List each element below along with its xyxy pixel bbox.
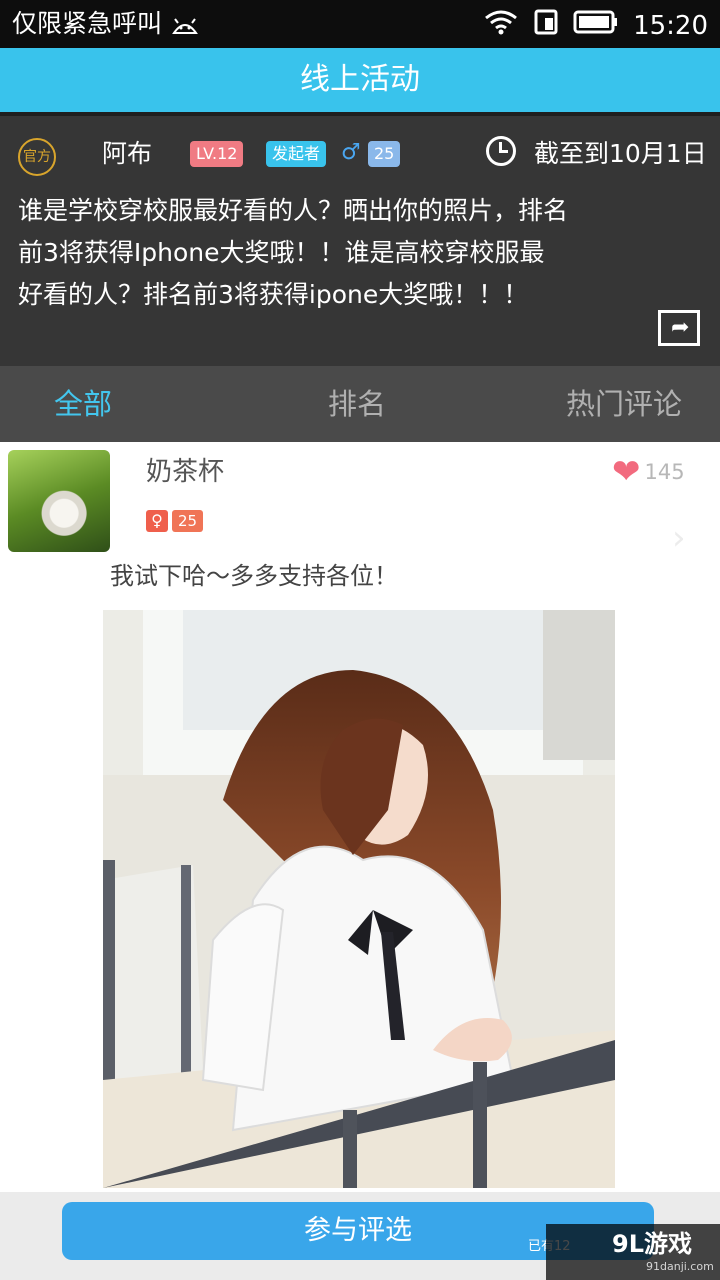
status-right: 15:20 <box>483 8 708 44</box>
chevron-right-icon[interactable]: › <box>672 518 686 558</box>
tab-hot-comments[interactable]: 热门评论 <box>566 366 682 442</box>
age-badge: 25 <box>368 141 401 167</box>
status-left: 仅限紧急呼叫 <box>12 8 200 40</box>
clock-icon <box>486 136 516 166</box>
post-comment: 我试下哈～多多支持各位！ <box>110 562 398 590</box>
watermark-site-text: 91danji.com <box>646 1260 714 1273</box>
level-badge: LV.12 <box>190 141 244 167</box>
battery-icon <box>573 8 619 44</box>
post-photo[interactable] <box>103 610 615 1188</box>
watermark-logo: 9L游戏 91danji.com <box>546 1224 720 1280</box>
male-icon: ♂ <box>341 140 361 165</box>
female-icon: ♀ <box>146 510 168 532</box>
like-count: 145 <box>644 460 685 484</box>
share-button[interactable]: ➦ <box>658 310 700 346</box>
watermark-logo-text: 9L游戏 <box>612 1230 692 1258</box>
activity-author[interactable]: 阿布 <box>102 134 152 174</box>
avatar[interactable] <box>8 450 110 552</box>
tab-ranking[interactable]: 排名 <box>328 366 386 442</box>
wifi-icon <box>483 8 519 44</box>
deadline-text: 截至到10月1日 <box>534 139 707 168</box>
android-icon <box>170 13 200 35</box>
tab-bar: 全部 排名 热门评论 <box>0 366 720 442</box>
activity-description: 谁是学校穿校服最好看的人？晒出你的照片，排名 前3将获得Iphone大奖哦！！谁… <box>18 196 569 309</box>
clock-time: 15:20 <box>633 11 708 41</box>
tab-all[interactable]: 全部 <box>54 366 112 442</box>
share-icon: ➦ <box>671 315 690 340</box>
post-card[interactable]: 奶茶杯 ♀ 25 ❤ 145 › 我试下哈～多多支持各位！ <box>0 442 720 1192</box>
activity-panel: 官方 阿布 LV.12 发起者 ♂ 25 截至到10月1日 谁是学校穿校服最好看… <box>0 112 720 366</box>
heart-icon: ❤ <box>612 452 641 492</box>
post-username[interactable]: 奶茶杯 <box>146 454 224 490</box>
status-bar: 仅限紧急呼叫 15:20 <box>0 0 720 48</box>
initiator-badge: 发起者 <box>266 141 327 167</box>
like-button[interactable]: ❤ 145 <box>612 452 685 492</box>
page-title: 线上活动 <box>0 48 720 112</box>
sim-icon <box>533 8 559 44</box>
carrier-status-text: 仅限紧急呼叫 <box>12 9 163 38</box>
post-age-badge: 25 <box>172 510 204 532</box>
official-badge: 官方 <box>18 138 56 176</box>
